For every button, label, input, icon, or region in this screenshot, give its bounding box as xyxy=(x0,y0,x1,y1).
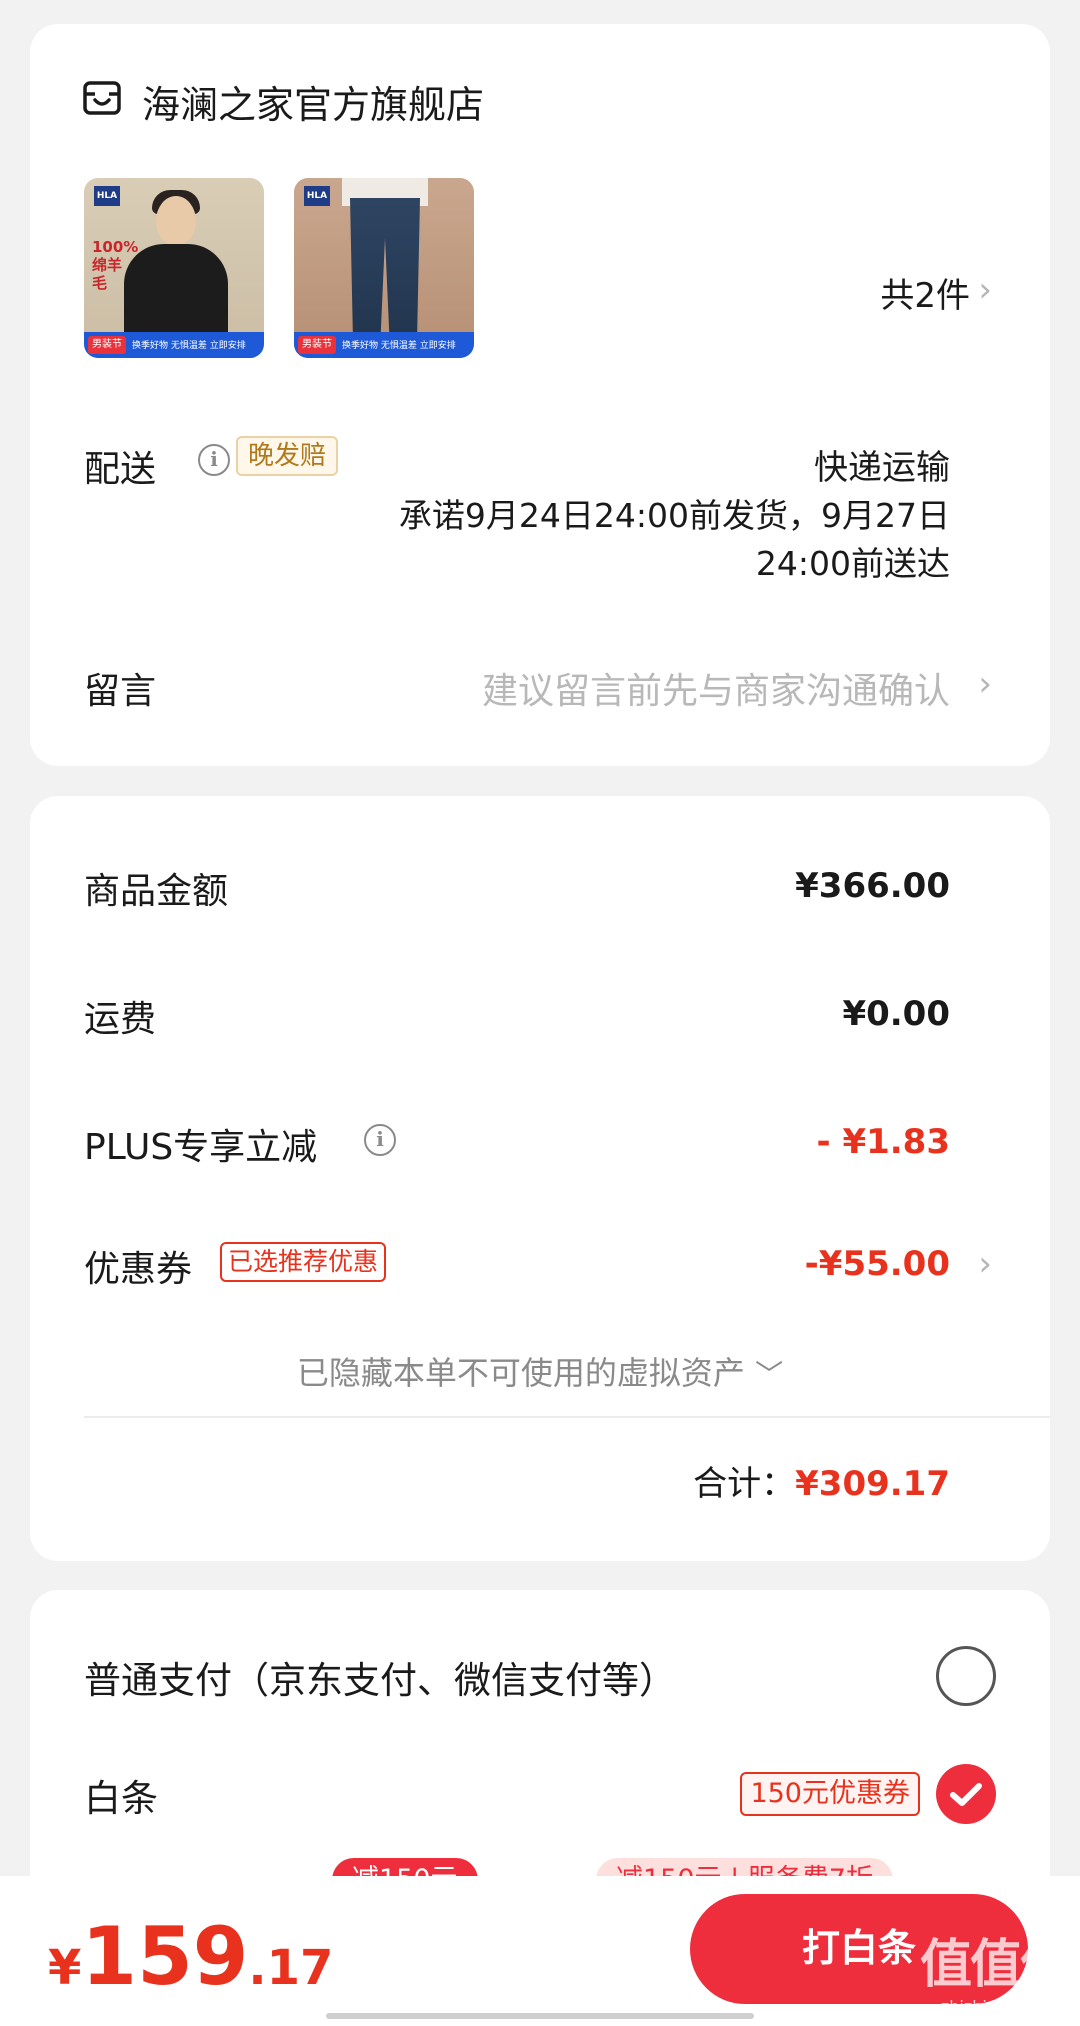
hidden-assets-text: 已隐藏本单不可使用的虚拟资产 xyxy=(296,1354,745,1392)
product-thumbnail[interactable]: HLA 男装节 换季好物 无惧温差 立即安排 xyxy=(294,178,474,358)
promo-banner: 男装节 换季好物 无惧温差 立即安排 xyxy=(294,332,474,358)
home-indicator[interactable] xyxy=(326,2013,754,2019)
total-label: 合计： xyxy=(693,1464,796,1504)
watermark: 值值值 zhizhizhi.com xyxy=(919,1922,1072,2016)
promo-banner: 男装节 换季好物 无惧温差 立即安排 xyxy=(84,332,264,358)
price-decimal: .17 xyxy=(248,1940,334,1996)
delivery-promise: 承诺9月24日24:00前发货，9月27日24:00前送达 xyxy=(398,496,950,583)
goods-amount-label: 商品金额 xyxy=(84,871,229,912)
sweater-image xyxy=(124,244,228,344)
baitiao-coupon-badge: 150元优惠券 xyxy=(740,1772,920,1816)
watermark-logo: 值值值 xyxy=(919,1935,1072,1995)
promo-text: 换季好物 无惧温差 立即安排 xyxy=(342,341,456,351)
delivery-label: 配送 xyxy=(84,449,157,490)
coupon-recommended-badge: 已选推荐优惠 xyxy=(220,1242,387,1282)
price-integer: 159 xyxy=(81,1910,249,2003)
chevron-down-icon: ﹀ xyxy=(755,1358,784,1391)
chevron-right-icon[interactable]: › xyxy=(978,1244,992,1284)
info-icon[interactable]: i xyxy=(364,1124,396,1156)
coupon-value[interactable]: -¥55.00 xyxy=(805,1244,950,1284)
coupon-label[interactable]: 优惠券 xyxy=(84,1240,192,1292)
late-delivery-badge: 晚发赔 xyxy=(236,436,339,476)
chevron-right-icon[interactable]: › xyxy=(978,664,992,704)
brand-logo: HLA xyxy=(94,186,120,206)
note-input[interactable]: 建议留言前先与商家沟通确认 xyxy=(482,662,950,714)
baitiao-payment-label[interactable]: 白条 xyxy=(84,1768,158,1822)
normal-payment-radio[interactable] xyxy=(936,1646,996,1706)
order-total: 合计：¥309.17 xyxy=(693,1456,950,1505)
price-summary-card: 商品金额 ¥366.00 运费 ¥0.00 PLUS专享立减 i - ¥1.83… xyxy=(30,796,1050,1561)
product-thumbnail[interactable]: HLA 100% 绵羊毛 男装节 换季好物 无惧温差 立即安排 xyxy=(84,178,264,358)
shipping-value: ¥0.00 xyxy=(842,994,950,1034)
promo-tag: 男装节 xyxy=(298,336,336,354)
normal-payment-label[interactable]: 普通支付（京东支付、微信支付等） xyxy=(84,1650,676,1704)
checkout-bar: ¥159.17 打白条 值值值 zhizhizhi.com xyxy=(0,1876,1080,2026)
total-value: ¥309.17 xyxy=(795,1464,950,1504)
note-label: 留言 xyxy=(84,671,157,712)
shipping-label: 运费 xyxy=(84,999,157,1040)
currency-symbol: ¥ xyxy=(48,1940,82,1996)
divider xyxy=(84,1416,1050,1418)
delivery-method[interactable]: 快递运输 xyxy=(814,440,950,489)
plus-discount-label: PLUS专享立减 xyxy=(84,1127,318,1168)
plus-discount-value: - ¥1.83 xyxy=(816,1122,951,1162)
watermark-url: zhizhizhi.com xyxy=(940,1997,1050,2016)
checkmark-icon[interactable] xyxy=(936,1764,996,1824)
store-card: 海澜之家官方旗舰店 HLA 100% 绵羊毛 男装节 换季好物 无惧温差 立即安… xyxy=(30,24,1050,766)
item-count[interactable]: 共2件 xyxy=(880,268,970,317)
payable-amount: ¥159.17 xyxy=(48,1910,333,2003)
hidden-assets-toggle[interactable]: 已隐藏本单不可使用的虚拟资产 ﹀ xyxy=(30,1348,1050,1394)
jeans-image xyxy=(350,198,420,332)
goods-amount-value: ¥366.00 xyxy=(795,866,950,906)
info-icon[interactable]: i xyxy=(198,444,230,476)
promo-text: 换季好物 无惧温差 立即安排 xyxy=(132,341,246,351)
store-name[interactable]: 海澜之家官方旗舰店 xyxy=(142,74,484,129)
brand-logo: HLA xyxy=(304,186,330,206)
wool-badge: 100% 绵羊毛 xyxy=(92,238,139,292)
model-head xyxy=(156,196,196,246)
store-icon xyxy=(83,81,121,115)
chevron-right-icon[interactable]: › xyxy=(978,270,992,310)
promo-tag: 男装节 xyxy=(88,336,126,354)
